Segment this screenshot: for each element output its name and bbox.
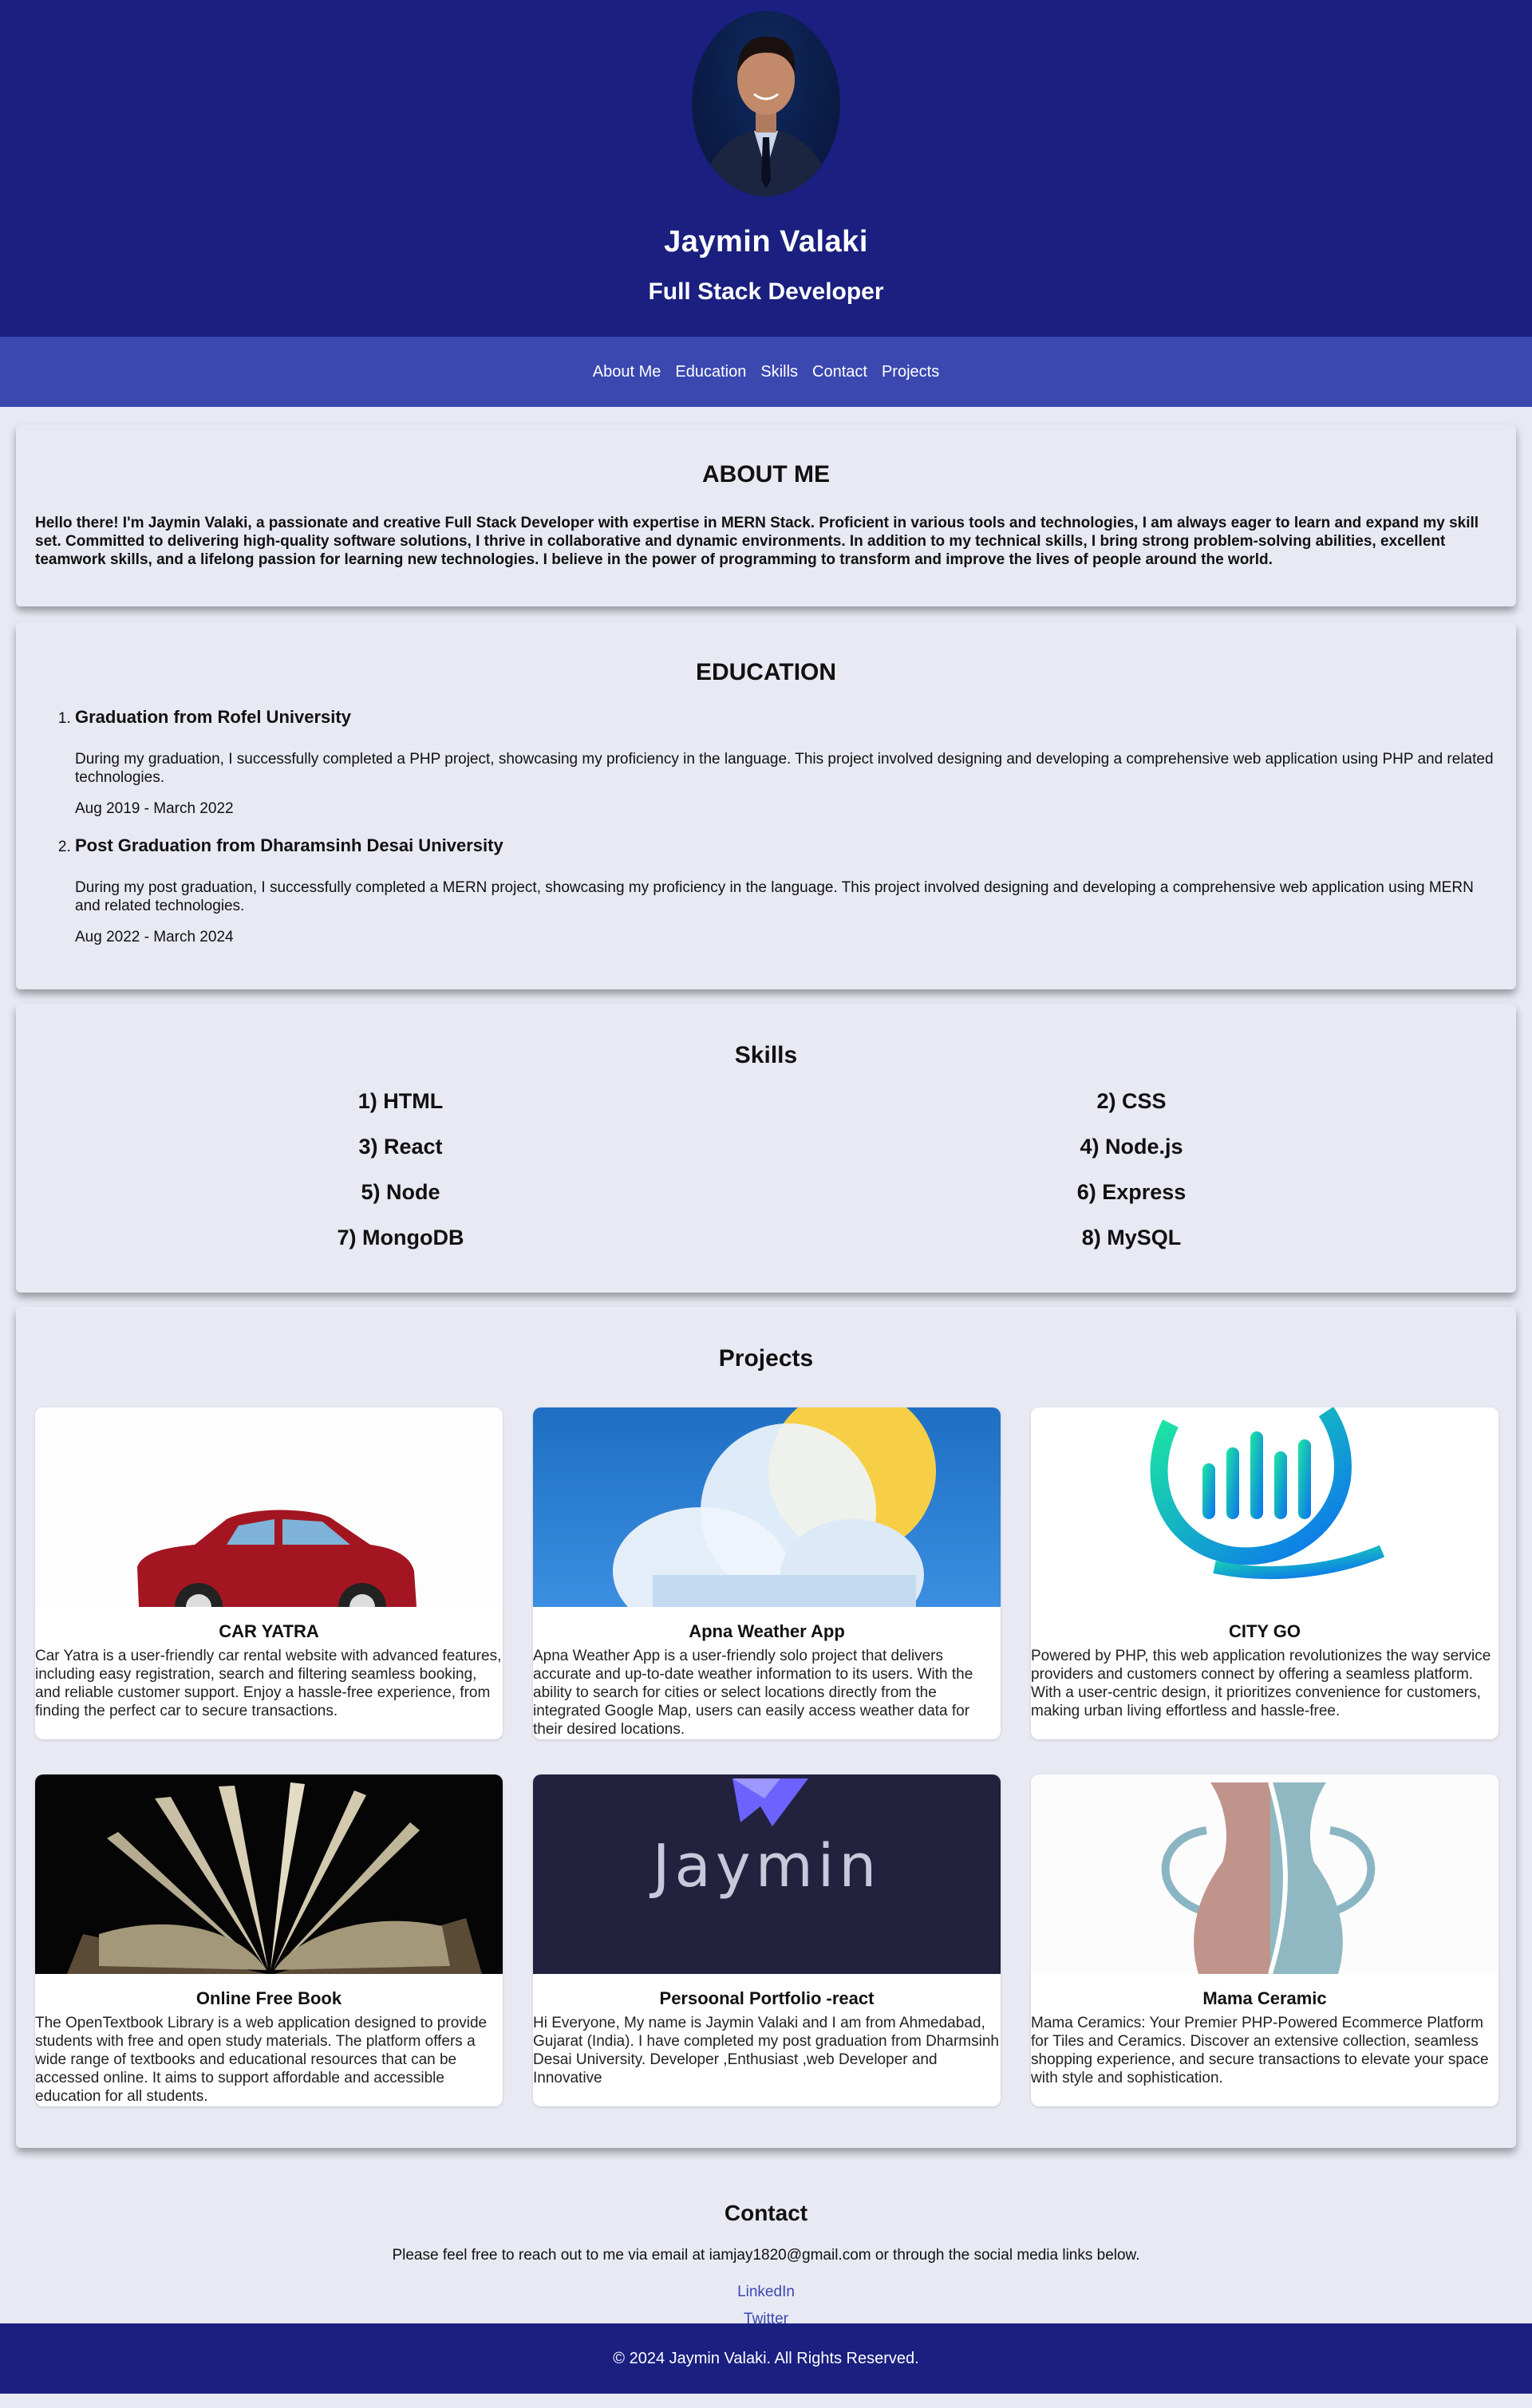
project-description: Mama Ceramics: Your Premier PHP-Powered …: [1031, 2015, 1489, 2086]
skills-title: Skills: [734, 1042, 798, 1068]
education-list: Graduation from Rofel University During …: [35, 707, 1497, 946]
nav-link-skills[interactable]: Skills: [760, 363, 798, 381]
projects-section: Projects CAR YATRA Car Yatra is a user-f…: [16, 1307, 1516, 2148]
skill-item: 1) HTML: [357, 1089, 444, 1113]
profile-photo-image: [700, 36, 832, 196]
education-section: EDUCATION Graduation from Rofel Universi…: [16, 622, 1516, 989]
education-heading: Graduation from Rofel University: [75, 707, 351, 727]
education-heading: Post Graduation from Dharamsinh Desai Un…: [75, 835, 503, 855]
project-description: Apna Weather App is a user-friendly solo…: [533, 1648, 973, 1738]
project-title: Mama Ceramic: [1202, 1988, 1327, 2008]
profile-avatar: [692, 11, 840, 196]
skill-item: 4) Node.js: [1080, 1135, 1183, 1159]
contact-section: Contact Please feel free to reach out to…: [0, 2161, 1532, 2327]
project-description: Hi Everyone, My name is Jaymin Valaki an…: [533, 2015, 999, 2086]
project-title: Online Free Book: [195, 1988, 342, 2008]
vase-image: [1031, 1774, 1498, 1974]
skills-section: Skills 1) HTML 2) CSS 3) React 4) Node.j…: [16, 1004, 1516, 1293]
education-item: Post Graduation from Dharamsinh Desai Un…: [75, 835, 1497, 946]
portfolio-logo-text: Jaymin: [650, 1832, 882, 1901]
education-dates: Aug 2019 - March 2022: [75, 800, 234, 817]
project-description: The OpenTextbook Library is a web applic…: [35, 2015, 488, 2105]
about-section: ABOUT ME Hello there! I'm Jaymin Valaki,…: [16, 424, 1516, 606]
project-card-personal-portfolio[interactable]: Jaymin Persoonal Portfolio -react Hi Eve…: [533, 1774, 1001, 2106]
education-dates: Aug 2022 - March 2024: [75, 929, 234, 945]
project-title: Persoonal Portfolio -react: [659, 1988, 875, 2008]
project-description: Car Yatra is a user-friendly car rental …: [35, 1648, 502, 1719]
project-card-city-go[interactable]: CITY GO Powered by PHP, this web applica…: [1031, 1407, 1498, 1739]
linkedin-link[interactable]: LinkedIn: [0, 2284, 1532, 2301]
contact-title: Contact: [724, 2201, 808, 2225]
education-item: Graduation from Rofel University During …: [75, 707, 1497, 818]
skill-item: 3) React: [358, 1135, 443, 1159]
profile-role: Full Stack Developer: [648, 278, 884, 305]
projects-grid: CAR YATRA Car Yatra is a user-friendly c…: [35, 1407, 1498, 2106]
skill-item: 5) Node: [361, 1180, 440, 1204]
skill-item: 8) MySQL: [1081, 1226, 1182, 1249]
project-card-online-free-book[interactable]: Online Free Book The OpenTextbook Librar…: [35, 1774, 503, 2106]
nav-link-education[interactable]: Education: [675, 363, 746, 381]
education-description: During my post graduation, I successfull…: [75, 879, 1474, 914]
skill-item: 7) MongoDB: [337, 1226, 464, 1249]
profile-name: Jaymin Valaki: [664, 225, 868, 259]
weather-image: [533, 1407, 1001, 1607]
project-card-car-yatra[interactable]: CAR YATRA Car Yatra is a user-friendly c…: [35, 1407, 503, 1739]
project-card-weather-app[interactable]: Apna Weather App Apna Weather App is a u…: [533, 1407, 1001, 1739]
project-description: Powered by PHP, this web application rev…: [1031, 1648, 1491, 1719]
projects-title: Projects: [718, 1345, 814, 1372]
car-image: [35, 1407, 503, 1607]
contact-text: Please feel free to reach out to me via …: [392, 2247, 1140, 2264]
skill-item: 2) CSS: [1096, 1089, 1167, 1113]
about-title: ABOUT ME: [702, 461, 830, 488]
city-go-logo-image: [1031, 1407, 1498, 1607]
education-description: During my graduation, I successfully com…: [75, 751, 1494, 786]
skill-item: 6) Express: [1076, 1180, 1187, 1204]
main-nav: About Me Education Skills Contact Projec…: [0, 337, 1532, 407]
page-header: Jaymin Valaki Full Stack Developer: [0, 0, 1532, 337]
footer-copyright: © 2024 Jaymin Valaki. All Rights Reserve…: [613, 2350, 919, 2367]
nav-link-about[interactable]: About Me: [593, 363, 661, 381]
portfolio-logo-image: Jaymin: [533, 1774, 1001, 1974]
about-text: Hello there! I'm Jaymin Valaki, a passio…: [35, 515, 1479, 568]
nav-link-projects[interactable]: Projects: [882, 363, 939, 381]
book-image: [35, 1774, 503, 1974]
education-title: EDUCATION: [695, 659, 837, 685]
skills-grid: 1) HTML 2) CSS 3) React 4) Node.js 5) No…: [35, 1085, 1497, 1267]
project-card-mama-ceramic[interactable]: Mama Ceramic Mama Ceramics: Your Premier…: [1031, 1774, 1498, 2106]
nav-link-contact[interactable]: Contact: [812, 363, 867, 381]
page-footer: © 2024 Jaymin Valaki. All Rights Reserve…: [0, 2323, 1532, 2394]
project-title: CITY GO: [1228, 1621, 1301, 1641]
project-title: CAR YATRA: [219, 1621, 319, 1641]
project-title: Apna Weather App: [689, 1621, 845, 1641]
